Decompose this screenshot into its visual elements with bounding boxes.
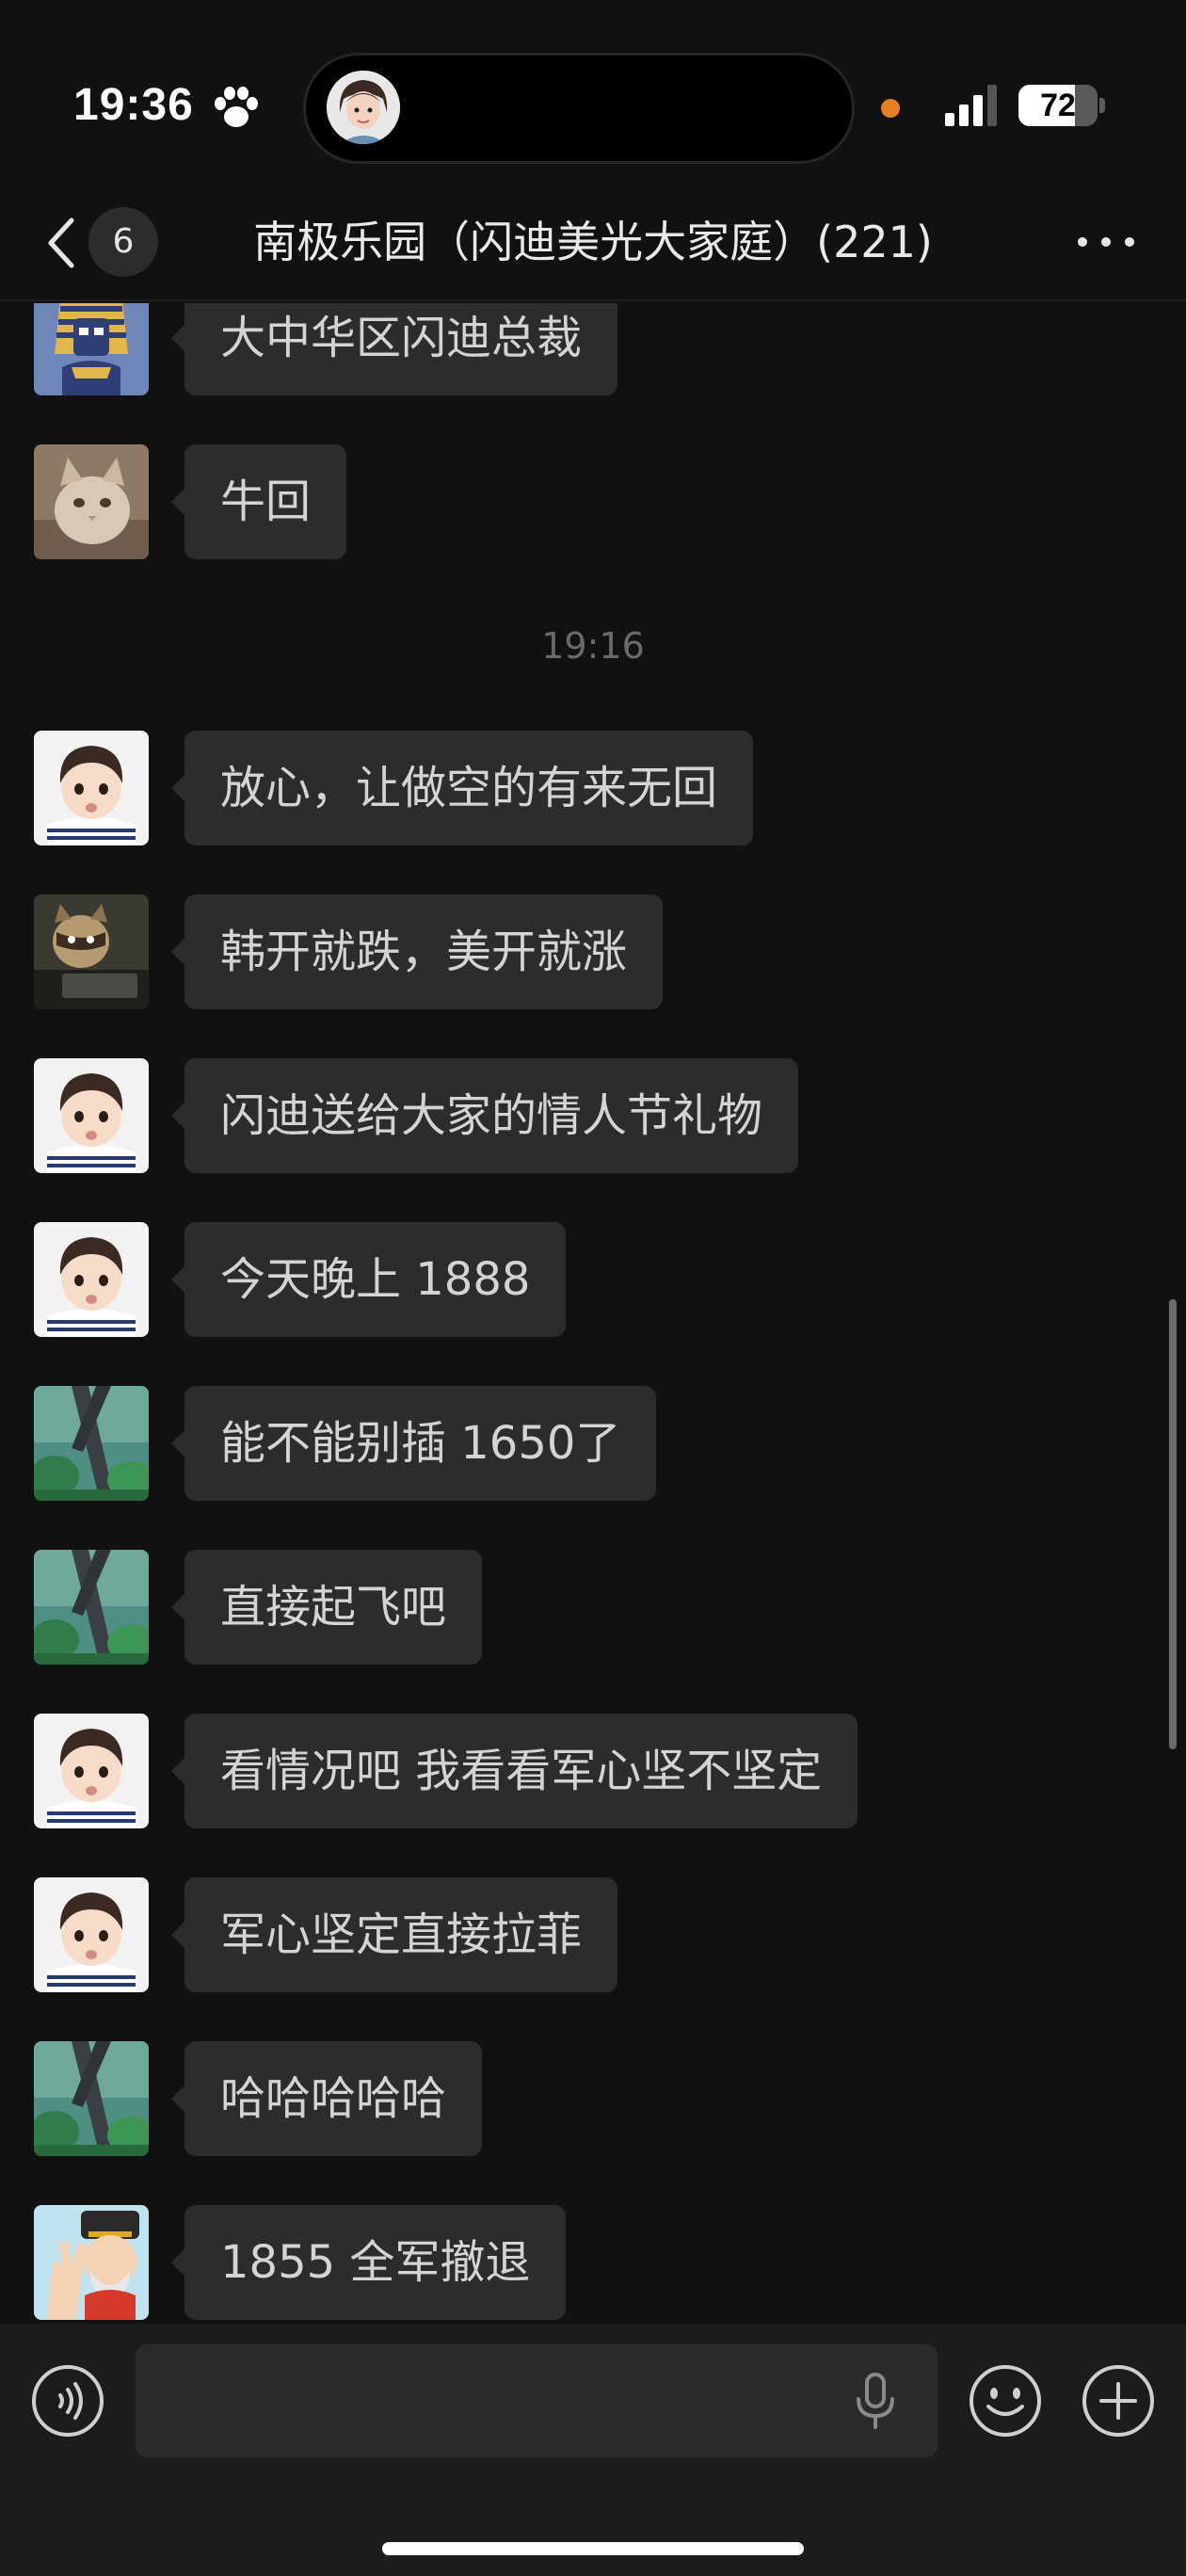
battery-body: 72 (1018, 85, 1098, 126)
boy-avatar[interactable] (34, 1058, 149, 1173)
dynamic-island[interactable] (303, 53, 855, 164)
chat-title[interactable]: 南极乐园（闪迪美光大家庭）(221) (188, 207, 998, 277)
microphone-icon[interactable] (851, 2373, 900, 2429)
message-timestamp: 19:16 (541, 625, 645, 667)
unread-count-badge[interactable]: 6 (88, 207, 158, 277)
forest-avatar[interactable] (34, 2041, 149, 2156)
battery-cap (1099, 98, 1105, 113)
message-row: 大中华区闪迪总裁 (0, 303, 1186, 397)
forest-avatar[interactable] (34, 1386, 149, 1501)
message-bubble[interactable]: 牛回 (170, 444, 347, 559)
boy-avatar[interactable] (34, 1222, 149, 1337)
forest-avatar[interactable] (34, 1550, 149, 1665)
chevron-left-icon[interactable] (41, 215, 79, 271)
message-row: 能不能别插 1650了 (0, 1386, 1186, 1503)
message-row: 放心，让做空的有来无回 (0, 731, 1186, 847)
message-bubble[interactable]: 放心，让做空的有来无回 (170, 731, 754, 845)
message-bubble[interactable]: 看情况吧 我看看军心坚不坚定 (170, 1714, 858, 1828)
message-bubble[interactable]: 闪迪送给大家的情人节礼物 (170, 1058, 799, 1173)
boy-avatar[interactable] (34, 1714, 149, 1828)
message-list[interactable]: 大中华区闪迪总裁 牛回 19:16 放心，让做空的有来无回 韩开就跌，美开就涨 … (0, 303, 1186, 2324)
more-dots-icon[interactable] (1073, 228, 1139, 256)
message-input[interactable] (136, 2344, 938, 2457)
message-row: 哈哈哈哈哈 (0, 2041, 1186, 2158)
message-bubble[interactable]: 今天晚上 1888 (170, 1222, 567, 1337)
status-bar: 19:36 72 (0, 0, 1186, 188)
message-bubble[interactable]: 韩开就跌，美开就涨 (170, 894, 664, 1009)
message-bubble[interactable]: 哈哈哈哈哈 (170, 2041, 483, 2156)
emoji-icon[interactable] (968, 2363, 1043, 2439)
raccoon-avatar[interactable] (34, 894, 149, 1009)
status-time: 19:36 (73, 80, 194, 130)
message-bubble[interactable]: 大中华区闪迪总裁 (170, 303, 618, 395)
message-bubble[interactable]: 直接起飞吧 (170, 1550, 483, 1665)
fortune-god-avatar[interactable] (34, 2205, 149, 2320)
scroll-indicator[interactable] (1169, 1299, 1177, 1749)
cat-avatar[interactable] (34, 444, 149, 559)
message-row: 军心坚定直接拉菲 (0, 1877, 1186, 1994)
message-row: 今天晚上 1888 (0, 1222, 1186, 1339)
input-bar (0, 2324, 1186, 2576)
message-bubble[interactable]: 1855 全军撤退 (170, 2205, 567, 2320)
paw-icon (215, 87, 258, 127)
live-activity-avatar (327, 71, 400, 144)
message-row: 闪迪送给大家的情人节礼物 (0, 1058, 1186, 1175)
plus-icon[interactable] (1081, 2363, 1156, 2439)
boy-avatar[interactable] (34, 731, 149, 845)
cellular-signal-icon (945, 85, 997, 126)
boy-avatar[interactable] (34, 1877, 149, 1992)
message-bubble[interactable]: 能不能别插 1650了 (170, 1386, 657, 1501)
message-row: 牛回 (0, 444, 1186, 561)
message-bubble[interactable]: 军心坚定直接拉菲 (170, 1877, 618, 1992)
privacy-indicator-dot (881, 99, 900, 118)
chat-screen: 19:36 72 6 南极乐园（闪迪美光大家庭）(221) 大中华区闪迪总裁 牛… (0, 0, 1186, 2576)
battery-percent: 72 (1040, 88, 1076, 123)
message-row: 直接起飞吧 (0, 1550, 1186, 1666)
message-row: 看情况吧 我看看军心坚不坚定 (0, 1714, 1186, 1830)
pharaoh-avatar[interactable] (34, 303, 149, 395)
home-indicator[interactable] (382, 2542, 804, 2555)
message-row: 韩开就跌，美开就涨 (0, 894, 1186, 1011)
chat-nav-bar: 6 南极乐园（闪迪美光大家庭）(221) (0, 188, 1186, 301)
voice-icon[interactable] (30, 2363, 105, 2439)
message-row: 1855 全军撤退 (0, 2205, 1186, 2322)
battery-indicator: 72 (1018, 85, 1105, 126)
